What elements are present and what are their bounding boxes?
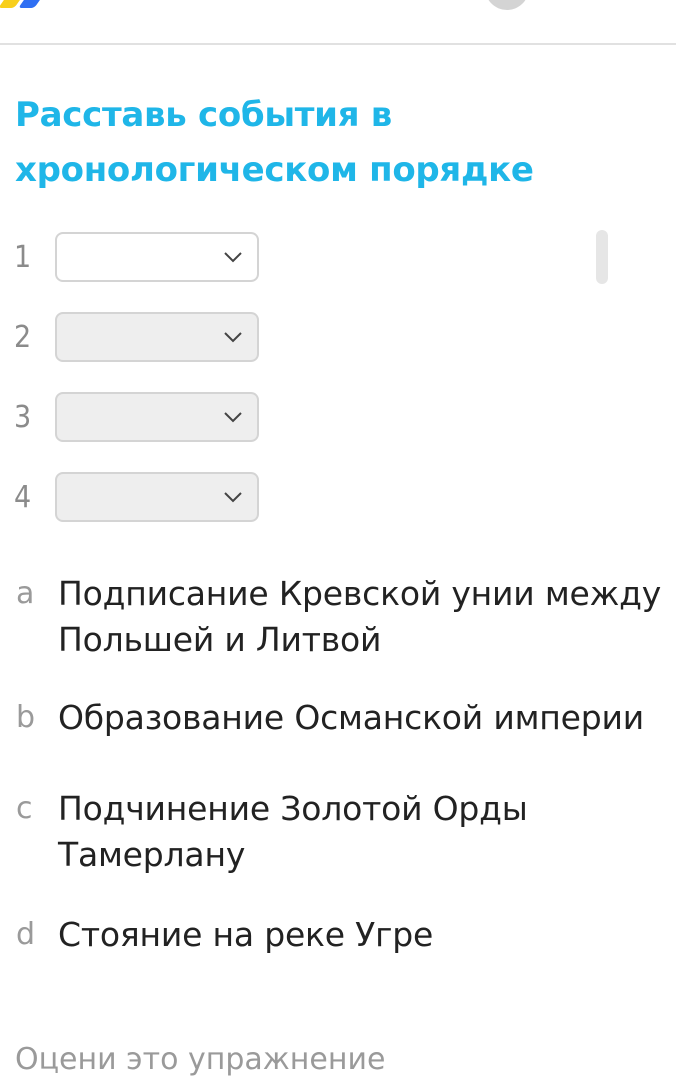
slot-2-select[interactable] [55,312,259,362]
title-line-2: хронологическом порядке [15,150,534,190]
chevron-down-icon [224,252,242,263]
option-text: Образование Османской империи [58,695,668,741]
exercise-title: Расставь события в хронологическом поряд… [15,88,635,198]
order-slot-4: 4 [0,472,300,526]
slot-number: 3 [14,400,32,435]
option-text: Стояние на реке Угре [58,912,668,958]
option-a-line-1: Подписание Кревской унии между [58,574,662,613]
chevron-down-icon [224,412,242,423]
option-d-line-1: Стояние на реке Угре [58,915,434,954]
slot-number: 4 [14,480,32,515]
title-line-1: Расставь события в [15,95,392,135]
scrollbar-thumb[interactable] [596,230,608,284]
slot-3-select[interactable] [55,392,259,442]
option-text: Подписание Кревской унии между Польшей и… [58,571,668,663]
option-b-line-1: Образование Османской империи [58,698,644,737]
slot-1-select[interactable] [55,232,259,282]
slot-number: 2 [14,320,32,355]
order-slot-3: 3 [0,392,300,446]
option-a-line-2: Польшей и Литвой [58,620,382,659]
slot-4-select[interactable] [55,472,259,522]
chevron-down-icon [224,332,242,343]
slot-number: 1 [14,240,32,275]
option-letter: a [16,576,35,611]
option-letter: c [16,791,33,826]
rate-exercise-label[interactable]: Оцени это упражнение [15,1040,385,1080]
avatar-icon[interactable] [485,0,529,10]
option-text: Подчинение Золотой Орды Тамерлану [58,786,668,878]
option-letter: d [16,917,36,952]
brand-logo-icon[interactable] [0,0,60,12]
option-c-line-2: Тамерлану [58,835,246,874]
top-bar [0,0,676,45]
chevron-down-icon [224,492,242,503]
option-letter: b [16,700,36,735]
logo-stripe-blue [18,0,50,8]
order-slot-2: 2 [0,312,300,366]
option-c-line-1: Подчинение Золотой Орды [58,789,528,828]
order-slot-1: 1 [0,232,300,286]
